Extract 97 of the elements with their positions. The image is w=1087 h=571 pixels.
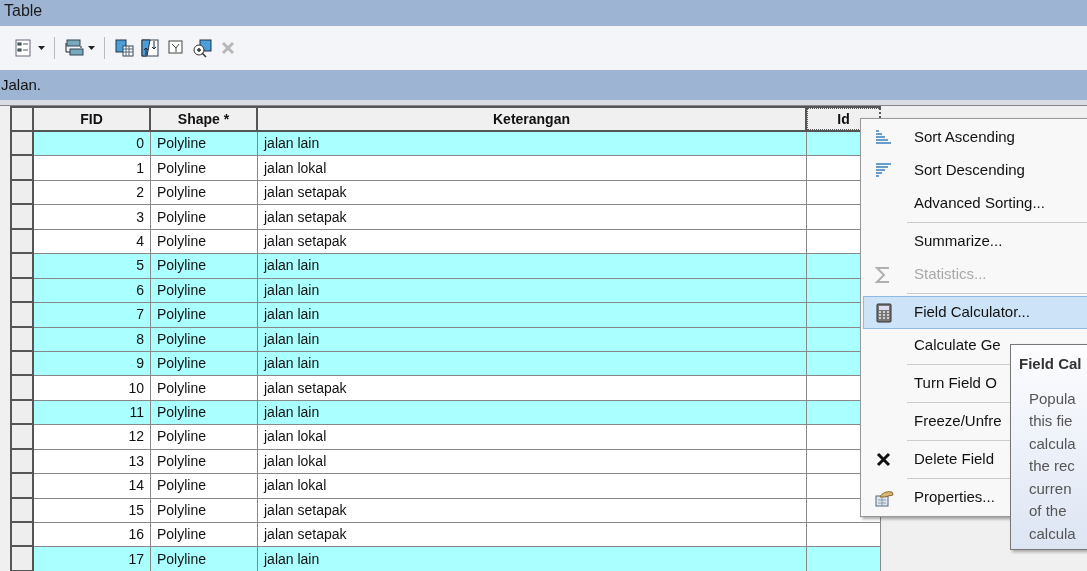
table-row[interactable]: 15 Polyline jalan setapak [12,498,881,523]
row-selector[interactable] [12,180,34,206]
tooltip-text: the rec [1028,456,1076,476]
row-selector[interactable] [12,278,34,304]
table-cell-text: 2 [136,183,144,203]
zoom-selected-icon[interactable] [192,38,212,58]
window-title: Table [4,1,43,21]
table-cell-text: 11 [129,403,144,423]
table-cell-text: 14 [128,476,144,496]
table-cell-text: jalan lokal [264,476,327,496]
table-cell-text: jalan lain [264,256,320,276]
row-selector[interactable] [12,205,34,230]
tooltip-text: Popula [1028,388,1077,409]
tooltip-text: this fie [1028,411,1074,431]
row-selector[interactable] [12,425,34,450]
table-cell-text: 9 [136,354,144,374]
tooltip-text: calcula [1028,433,1077,454]
table-cell-text: jalan setapak [264,525,347,545]
row-selector[interactable] [12,498,34,523]
table-cell-text: 7 [136,305,144,325]
row-selector[interactable] [12,547,34,571]
column-header[interactable]: FID [34,108,151,130]
row-selector[interactable] [12,400,34,426]
table-cell-text: Polyline [157,427,207,447]
row-selector[interactable] [12,229,34,255]
table-cell-text: Polyline [157,256,207,276]
related-tables-icon[interactable] [64,38,84,58]
table-cell-text: jalan lokal [264,427,327,447]
row-selector[interactable] [12,156,34,181]
table-cell-text: 5 [136,256,144,276]
row-selector[interactable] [12,523,34,548]
table-cell-text: 12 [128,427,144,447]
table-cell-text: 3 [136,207,144,227]
row-selector[interactable] [12,303,34,328]
row-selector[interactable] [12,327,34,352]
table-cell-text: Polyline [157,305,207,325]
table-cell-text: 6 [136,280,144,300]
table-cell-text: 10 [128,378,144,398]
tooltip-title: Field Cal [1019,354,1083,374]
table-row[interactable]: 17 Polyline jalan lain [12,547,881,571]
switch-selection-icon[interactable] [140,38,160,58]
table-cell-text: jalan lokal [264,451,327,471]
row-selector[interactable] [12,254,34,279]
table-options-icon[interactable] [14,38,34,58]
table-cell-text: 15 [128,500,144,520]
layer-tab[interactable]: Jalan. [0,73,43,97]
table-cell-text: jalan lain [264,549,320,569]
select-table-icon[interactable] [114,38,134,58]
dropdown-caret-icon[interactable] [38,46,45,50]
table-cell-text: jalan setapak [264,231,347,251]
table-cell-text: jalan setapak [264,207,347,227]
table-cell-text: jalan setapak [264,500,347,520]
table-cell-text: jalan lain [264,354,320,374]
menu-item[interactable]: Field Calculator... [863,296,1087,329]
table-cell-text: 4 [136,231,144,251]
table-cell-text: jalan lain [264,134,320,154]
calculator-icon [874,302,894,323]
table-cell-text: Polyline [157,525,207,545]
table-cell-text: jalan lain [264,403,320,423]
table-row[interactable]: 16 Polyline jalan setapak [12,523,881,548]
table-cell-text: Polyline [157,476,207,496]
table-cell-text: Polyline [157,500,207,520]
tooltip-text: calcula [1028,523,1077,544]
table-cell-text: Polyline [157,378,207,398]
table-cell-text: jalan lain [264,329,320,349]
table-cell-text: Polyline [157,329,207,349]
table-cell-text: 8 [136,329,144,349]
dropdown-caret-icon[interactable] [88,46,95,50]
table-cell-text: Polyline [157,280,207,300]
table-cell-text: Polyline [157,451,207,471]
table-cell-text: Polyline [157,231,207,251]
table-cell-text: Polyline [157,134,207,154]
table-cell-text: jalan lain [264,280,320,300]
column-header[interactable]: Keterangan [258,108,807,130]
table-cell-text: Polyline [157,207,207,227]
table-cell-text: Polyline [157,403,207,423]
table-cell-text: 1 [136,158,144,178]
row-selector[interactable] [12,351,34,377]
table-cell-text: jalan lokal [264,158,327,178]
table-cell-text: 17 [128,549,144,569]
table-cell-text: jalan setapak [264,183,347,203]
table-cell-text: 13 [128,451,144,471]
table-cell-text: Polyline [157,158,207,178]
column-header[interactable]: Shape * [151,108,258,130]
table-cell-text: 0 [136,134,144,154]
table-cell-text: jalan setapak [264,378,347,398]
table-cell-text: Polyline [157,354,207,374]
table-cell-text: Polyline [157,183,207,203]
table-cell-text: Polyline [157,549,207,569]
row-selector[interactable] [12,449,34,475]
row-selector[interactable] [12,376,34,401]
row-selector[interactable] [12,474,34,499]
table-cell-text: 16 [128,525,144,545]
row-selector[interactable] [12,132,34,157]
tooltip-text: of the [1028,501,1068,521]
table-cell-text: jalan lain [264,305,320,325]
tooltip-text: curren [1028,478,1073,499]
